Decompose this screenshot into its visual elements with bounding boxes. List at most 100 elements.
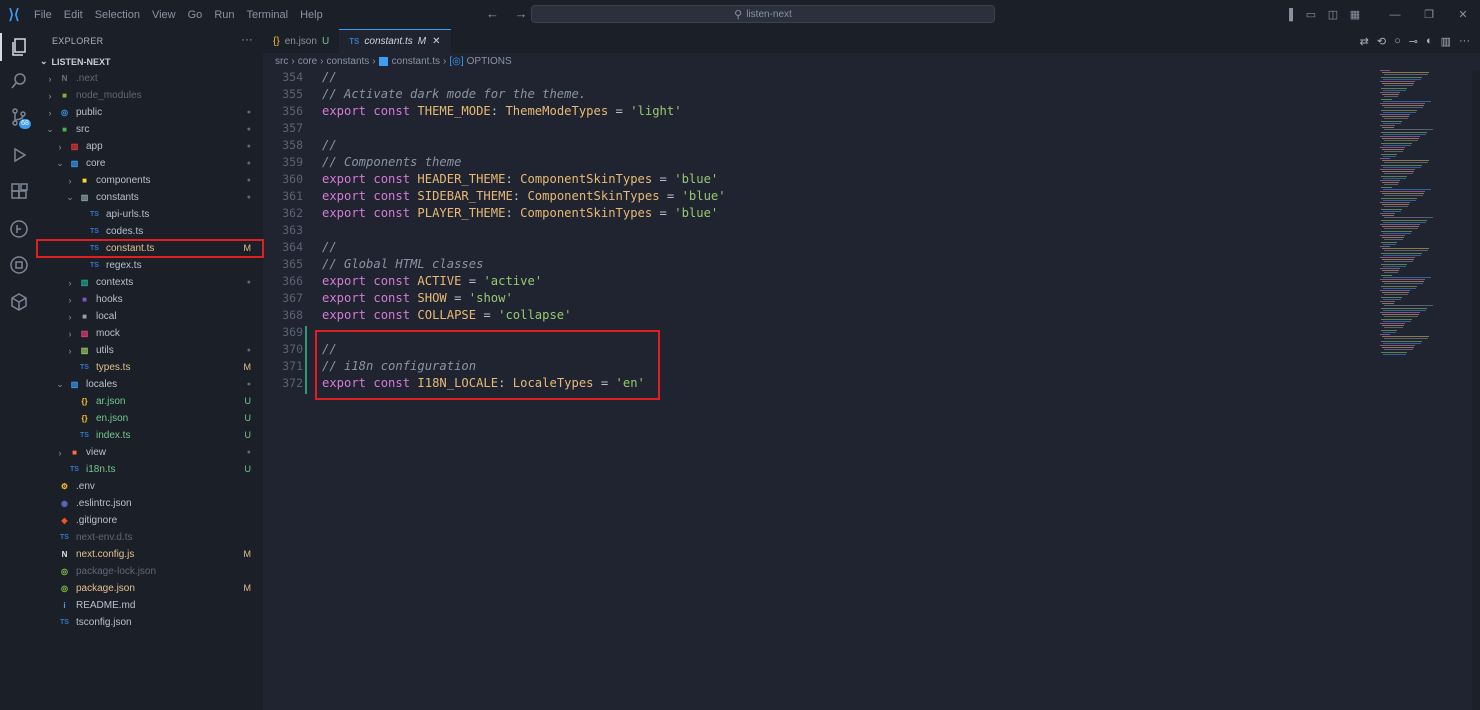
tree-item[interactable]: TS tsconfig.json [37, 614, 263, 631]
close-tab-icon[interactable]: ✕ [432, 36, 440, 47]
breadcrumb-item[interactable]: src [275, 56, 288, 67]
search-icon[interactable] [0, 63, 37, 99]
menu-item-edit[interactable]: Edit [58, 9, 89, 21]
breadcrumb-item[interactable]: constants [326, 56, 369, 67]
preview-icon[interactable]: ◐ [1426, 35, 1433, 47]
containers-icon[interactable] [0, 284, 37, 320]
menu-item-selection[interactable]: Selection [89, 9, 146, 21]
line-number: 369 [282, 324, 303, 339]
minimap-line [1381, 164, 1422, 166]
nav-arrows[interactable]: ← → [486, 6, 534, 21]
tree-item-label: components [96, 175, 151, 186]
tree-item[interactable]: › ■ hooks [37, 291, 263, 308]
tree-item-label: regex.ts [106, 260, 142, 271]
vertical-scrollbar[interactable] [1472, 70, 1480, 710]
editor-actions: ⇄ ⟲ ○ ⊸ ◐ ▥ ··· [1352, 29, 1470, 53]
menu-item-help[interactable]: Help [294, 9, 329, 21]
code-token: = [659, 188, 682, 203]
tree-item[interactable]: TS constant.ts M [36, 239, 264, 258]
code-line: 365 // Global HTML classes [263, 255, 483, 272]
breadcrumb-item[interactable]: core [298, 56, 317, 67]
code-token: = [652, 205, 675, 220]
split-editor-icon[interactable]: ▥ [1441, 35, 1451, 48]
git-graph-icon[interactable] [0, 211, 37, 247]
minimap-line [1383, 276, 1431, 278]
tree-item[interactable]: TS index.ts U [37, 427, 263, 444]
tree-item-label: .eslintrc.json [76, 498, 132, 509]
tree-item[interactable]: › ▥ utils ● [37, 342, 263, 359]
code-editor[interactable]: 354 // 355 // Activate dark mode for the th… [263, 70, 1373, 710]
minimap-line [1382, 325, 1404, 327]
tree-item[interactable]: {} en.json U [37, 410, 263, 427]
compare-icon[interactable]: ⇄ [1360, 35, 1369, 48]
tree-item[interactable]: TS i18n.ts U [37, 461, 263, 478]
file-type-icon: i [63, 601, 66, 610]
minimap[interactable] [1380, 70, 1472, 370]
toggle-secondary-sidebar-icon[interactable]: ◫ [1322, 8, 1344, 21]
minimap-line [1383, 89, 1406, 91]
tree-item[interactable]: ⌄ ■ src ● [37, 121, 263, 138]
timeline-icon[interactable]: ⟲ [1377, 35, 1386, 48]
git-status-badge: ● [246, 126, 251, 133]
tree-item[interactable]: › ▥ mock [37, 325, 263, 342]
go-to-icon[interactable]: ⊸ [1409, 35, 1418, 48]
tree-item[interactable]: ⌄ ▥ locales ● [37, 376, 263, 393]
tree-item[interactable]: › N .next [37, 70, 263, 87]
explorer-icon[interactable] [0, 29, 37, 65]
more-actions-icon[interactable]: ··· [241, 34, 253, 46]
minimap-line [1382, 138, 1419, 140]
menu-item-view[interactable]: View [146, 9, 182, 21]
customize-layout-icon[interactable]: ▦ [1344, 8, 1366, 21]
tree-item[interactable]: TS api-urls.ts [37, 206, 263, 223]
tree-item[interactable]: TS next-env.d.ts [37, 529, 263, 546]
tree-item[interactable]: i README.md [37, 597, 263, 614]
tree-item[interactable]: ◆ .gitignore [37, 512, 263, 529]
close-window-icon[interactable]: ✕ [1446, 8, 1480, 21]
tab-en-json[interactable]: {} en.json U [263, 29, 339, 53]
git-status-badge: M [243, 243, 252, 253]
tree-item[interactable]: ◎ package.json M [37, 580, 263, 597]
tree-item[interactable]: {} ar.json U [37, 393, 263, 410]
tree-item[interactable]: ◉ .eslintrc.json [37, 495, 263, 512]
menu-item-go[interactable]: Go [182, 9, 209, 21]
breadcrumb-item[interactable]: OPTIONS [467, 56, 512, 67]
tree-item[interactable]: › ■ components ● [37, 172, 263, 189]
tree-item[interactable]: ◎ package-lock.json [37, 563, 263, 580]
minimap-line [1383, 166, 1421, 168]
menu-item-terminal[interactable]: Terminal [241, 9, 295, 21]
toggle-panel-icon[interactable]: ▭ [1300, 8, 1322, 21]
tree-item[interactable]: TS regex.ts [37, 257, 263, 274]
restore-icon[interactable]: ❐ [1412, 8, 1446, 21]
run-debug-icon[interactable] [0, 137, 37, 173]
tree-item[interactable]: TS types.ts M [37, 359, 263, 376]
ts-file-icon: TS [90, 211, 99, 218]
more-actions-icon[interactable]: ··· [1459, 35, 1470, 47]
tree-item[interactable]: › ▥ app ● [37, 138, 263, 155]
menu-item-file[interactable]: File [28, 9, 58, 21]
tree-item[interactable]: › ◎ public ● [37, 104, 263, 121]
open-changes-icon[interactable]: ○ [1394, 35, 1401, 47]
extensions-icon[interactable] [0, 174, 37, 210]
source-control-icon[interactable]: 68 [0, 99, 37, 135]
tree-item[interactable]: ⌄ ▥ core ● [37, 155, 263, 172]
menu-bar: File Edit Selection View Go Run Terminal Help [28, 9, 329, 21]
tree-item[interactable]: › ■ node_modules [37, 87, 263, 104]
minimize-icon[interactable]: — [1378, 9, 1412, 21]
menu-item-run[interactable]: Run [208, 9, 240, 21]
tab-constant-ts[interactable]: TS constant.ts M ✕ [339, 29, 451, 53]
breadcrumb-item[interactable]: constant.ts [392, 56, 440, 67]
minimap-line [1383, 254, 1421, 256]
tree-item[interactable]: TS codes.ts [37, 223, 263, 240]
tree-item[interactable]: › ■ view ● [37, 444, 263, 461]
tree-item[interactable]: Nnext.config.js M [37, 546, 263, 563]
workspace-root[interactable]: ⌄ LISTEN-NEXT [37, 53, 263, 70]
toggle-primary-sidebar-icon[interactable]: ▐ [1278, 9, 1300, 21]
command-center-search[interactable]: ⚲ listen-next [531, 5, 995, 23]
git-status-badge: U [244, 396, 252, 406]
tree-item[interactable]: › ▥ contexts ● [37, 274, 263, 291]
remote-explorer-icon[interactable] [0, 247, 37, 283]
minimap-line [1384, 129, 1433, 131]
tree-item[interactable]: ⚙ .env [37, 478, 263, 495]
tree-item[interactable]: › ■ local [37, 308, 263, 325]
tree-item[interactable]: ⌄ ▥ constants ● [37, 189, 263, 206]
